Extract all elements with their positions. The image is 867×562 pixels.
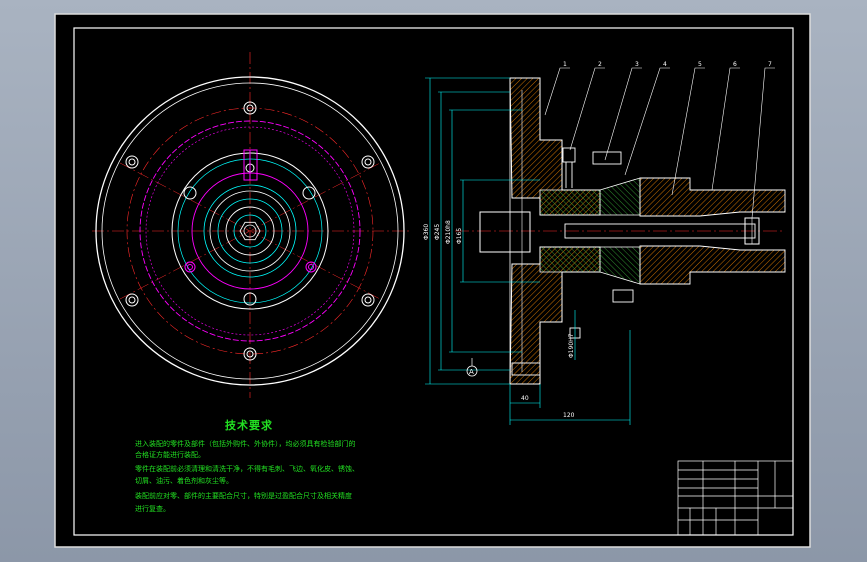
requirements-line: 进入装配的零件及部件（包括外购件、外协件），均必须具有检验部门的 <box>135 440 356 448</box>
callout-4: 4 <box>663 61 667 68</box>
cad-drawing-viewport[interactable]: 1 2 3 4 5 6 7 Φ360 Φ245 Φ210h8 Φ165 Φ190… <box>0 0 867 562</box>
requirements-line: 切屑、油污、着色剂和灰尘等。 <box>135 477 233 485</box>
callout-2: 2 <box>598 61 602 68</box>
dim-text-d3: Φ210h8 <box>445 220 452 244</box>
requirements-line: 装配前应对零、部件的主要配合尺寸，特别是过盈配合尺寸及相关精度 <box>135 492 352 500</box>
requirements-line: 零件在装配前必须清理和清洗干净，不得有毛刺、飞边、氧化皮、锈蚀、 <box>135 465 359 473</box>
dim-text-d2: Φ245 <box>434 224 441 240</box>
callout-5: 5 <box>698 61 702 68</box>
callout-1: 1 <box>563 61 567 68</box>
dim-text-d5: Φ190H7 <box>568 333 575 358</box>
requirements-line: 进行复查。 <box>135 505 170 513</box>
callout-3: 3 <box>635 61 639 68</box>
callout-6: 6 <box>733 61 737 68</box>
dim-text-120: 120 <box>563 412 575 419</box>
requirements-title: 技术要求 <box>225 419 273 432</box>
callout-7: 7 <box>768 61 772 68</box>
datum-label: A <box>469 368 474 376</box>
dim-text-d1: Φ360 <box>423 224 430 240</box>
requirements-line: 合格证方能进行装配。 <box>135 451 205 459</box>
dim-text-d4: Φ165 <box>456 228 463 244</box>
dim-text-40: 40 <box>521 395 529 402</box>
